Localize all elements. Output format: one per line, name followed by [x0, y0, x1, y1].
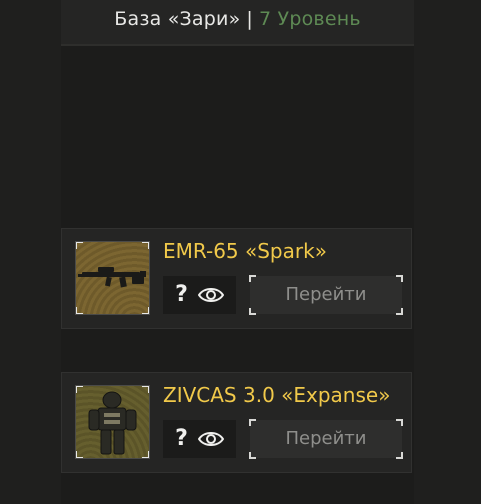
frame-corner	[249, 419, 256, 426]
frame-corner	[396, 308, 403, 315]
base-name: База «Зари»	[114, 8, 241, 30]
frame-corner	[142, 386, 149, 393]
go-button[interactable]: Перейти	[249, 275, 403, 315]
frame-corner	[76, 386, 83, 393]
frame-corner	[249, 275, 256, 282]
eye-icon[interactable]	[197, 430, 224, 448]
go-button-label: Перейти	[285, 428, 367, 449]
frame-corner	[76, 242, 83, 249]
frame-corner	[142, 307, 149, 314]
item-title: ZIVCAS 3.0 «Expanse»	[163, 383, 391, 407]
base-level: 7 Уровень	[259, 8, 361, 30]
help-icon[interactable]: ?	[175, 428, 188, 450]
frame-corner	[249, 452, 256, 459]
frame-corner	[142, 242, 149, 249]
item-thumbnail[interactable]	[75, 241, 150, 315]
item-title: EMR-65 «Spark»	[163, 239, 327, 263]
base-header: База «Зари» | 7 Уровень	[61, 0, 414, 46]
item-card-zivcas: ZIVCAS 3.0 «Expanse» ? Перейти	[61, 372, 412, 473]
help-icon[interactable]: ?	[175, 284, 188, 306]
frame-corner	[76, 451, 83, 458]
frame-corner	[76, 307, 83, 314]
go-button[interactable]: Перейти	[249, 419, 403, 459]
go-button-label: Перейти	[285, 284, 367, 305]
item-actions: ?	[163, 420, 236, 458]
frame-corner	[396, 275, 403, 282]
item-actions: ?	[163, 276, 236, 314]
rifle-icon	[78, 267, 146, 288]
frame-corner	[396, 419, 403, 426]
frame-corner	[142, 451, 149, 458]
item-card-emr65: EMR-65 «Spark» ? Перейти	[61, 228, 412, 329]
armor-suit-icon	[88, 391, 137, 455]
item-thumbnail[interactable]	[75, 385, 150, 459]
frame-corner	[396, 452, 403, 459]
eye-icon[interactable]	[197, 286, 224, 304]
frame-corner	[249, 308, 256, 315]
header-separator: |	[246, 8, 254, 30]
